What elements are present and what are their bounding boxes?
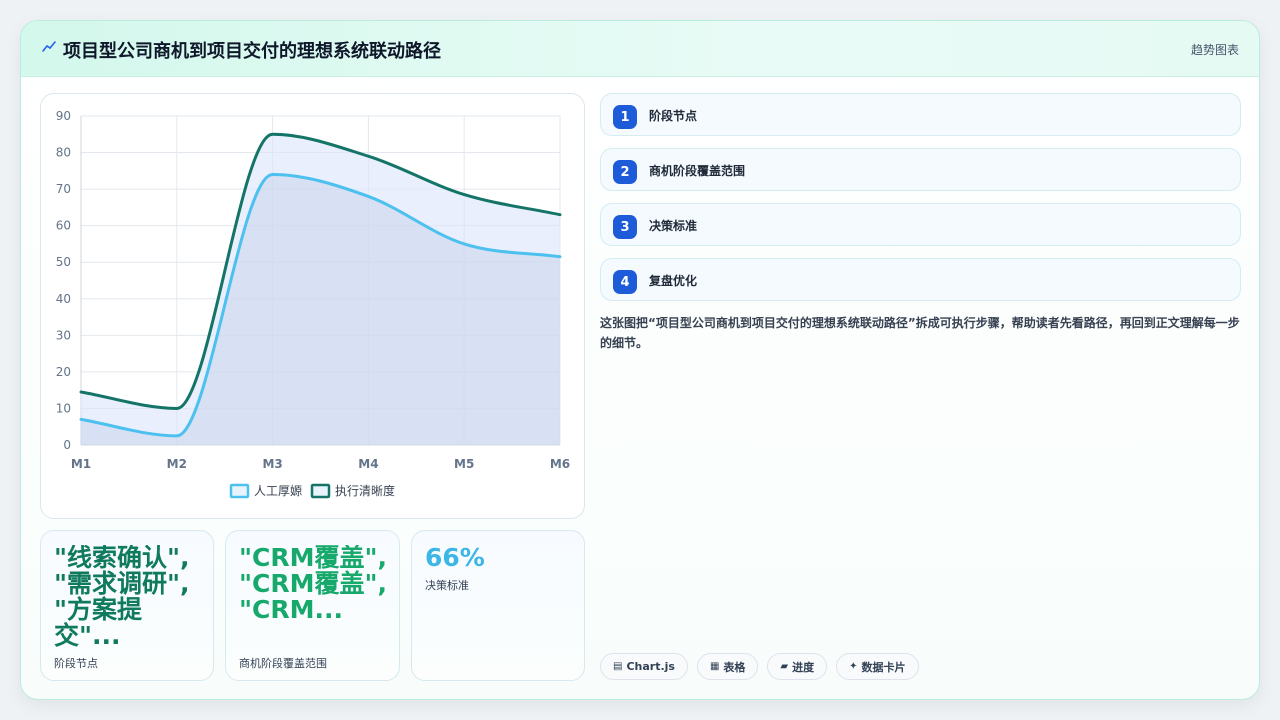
x-tick-label: M1	[71, 457, 91, 471]
step-number: 3	[613, 215, 637, 239]
kpi-card-stages: "线索确认", "需求调研", "方案提交"... 阶段节点	[40, 530, 214, 681]
y-tick-label: 40	[56, 292, 71, 306]
chip-label: 数据卡片	[861, 660, 906, 674]
y-tick-label: 90	[56, 109, 71, 123]
y-tick-label: 80	[56, 146, 71, 160]
chart-type-tag: 趋势图表	[1190, 43, 1239, 57]
kpi-card-decision: 66% 决策标准	[411, 530, 585, 681]
legend-label-1: 人工厚嫄	[254, 484, 302, 498]
kpi-label: 决策标准	[425, 579, 469, 592]
chip-label: 表格	[723, 660, 746, 674]
sparkle-icon: ✦	[849, 661, 858, 672]
feature-chips: ▤ Chart.js ▦ 表格 ▰ 进度 ✦ 数据卡片	[600, 653, 919, 680]
y-tick-label: 10	[56, 401, 71, 415]
step-label: 阶段节点	[649, 109, 698, 123]
kpi-value: "CRM覆盖", "CRM覆盖", "CRM...	[239, 545, 388, 623]
kpi-label: 商机阶段覆盖范围	[239, 657, 327, 670]
line-chart: 0 10 20 30 40 50 60 70 80 90 M1 M2 M3 M4 M5 M6 人工厚嫄 执行清晰度	[56, 109, 570, 499]
progress-icon: ▰	[780, 661, 789, 672]
step-item-1: 1 阶段节点	[600, 93, 1241, 136]
x-tick-label: M4	[358, 457, 378, 471]
kpi-card-coverage: "CRM覆盖", "CRM覆盖", "CRM... 商机阶段覆盖范围	[225, 530, 400, 681]
step-item-4: 4 复盘优化	[600, 258, 1241, 301]
chip-chartjs[interactable]: ▤ Chart.js	[600, 653, 688, 680]
chip-label: 进度	[792, 660, 815, 674]
kpi-value: 66%	[425, 545, 485, 571]
step-number: 1	[613, 105, 637, 129]
y-tick-label: 20	[56, 365, 71, 379]
x-tick-label: M2	[167, 457, 187, 471]
step-list: 1 阶段节点 2 商机阶段覆盖范围 3 决策标准 4 复盘优化	[600, 93, 1241, 313]
step-label: 复盘优化	[649, 274, 698, 288]
kpi-value: "线索确认", "需求调研", "方案提交"...	[54, 545, 190, 649]
chart-panel: 0 10 20 30 40 50 60 70 80 90 M1 M2 M3 M4 M5 M6 人工厚嫄 执行清晰度	[40, 93, 585, 519]
y-tick-label: 60	[56, 219, 71, 233]
step-label: 决策标准	[649, 219, 698, 233]
chip-progress[interactable]: ▰ 进度	[767, 653, 828, 680]
step-label: 商机阶段覆盖范围	[649, 164, 746, 178]
kpi-label: 阶段节点	[54, 657, 98, 670]
y-tick-label: 30	[56, 328, 71, 342]
main-card: 项目型公司商机到项目交付的理想系统联动路径 趋势图表 0 10 20 30 40 50 60…	[20, 20, 1260, 700]
y-tick-label: 50	[56, 255, 71, 269]
chip-label: Chart.js	[626, 660, 675, 673]
chart-icon: ▤	[613, 661, 623, 672]
x-tick-label: M5	[454, 457, 474, 471]
description-text: 这张图把“项目型公司商机到项目交付的理想系统联动路径”拆成可执行步骤，帮助读者先…	[600, 316, 1240, 350]
step-number: 2	[613, 160, 637, 184]
x-tick-label: M6	[550, 457, 570, 471]
step-number: 4	[613, 270, 637, 294]
table-icon: ▦	[709, 661, 720, 672]
y-tick-label: 70	[56, 182, 71, 196]
x-tick-label: M3	[262, 457, 282, 471]
chip-data-card[interactable]: ✦ 数据卡片	[836, 653, 919, 680]
header: 项目型公司商机到项目交付的理想系统联动路径 趋势图表	[21, 21, 1259, 77]
step-item-2: 2 商机阶段覆盖范围	[600, 148, 1241, 191]
trend-icon	[42, 41, 56, 52]
legend-label-2: 执行清晰度	[335, 483, 395, 498]
step-item-3: 3 决策标准	[600, 203, 1241, 246]
y-tick-label: 0	[63, 438, 71, 452]
chip-table[interactable]: ▦ 表格	[696, 653, 759, 680]
page-title: 项目型公司商机到项目交付的理想系统联动路径	[63, 41, 441, 62]
legend-swatch-1	[229, 483, 250, 499]
legend-swatch-2	[310, 483, 331, 499]
